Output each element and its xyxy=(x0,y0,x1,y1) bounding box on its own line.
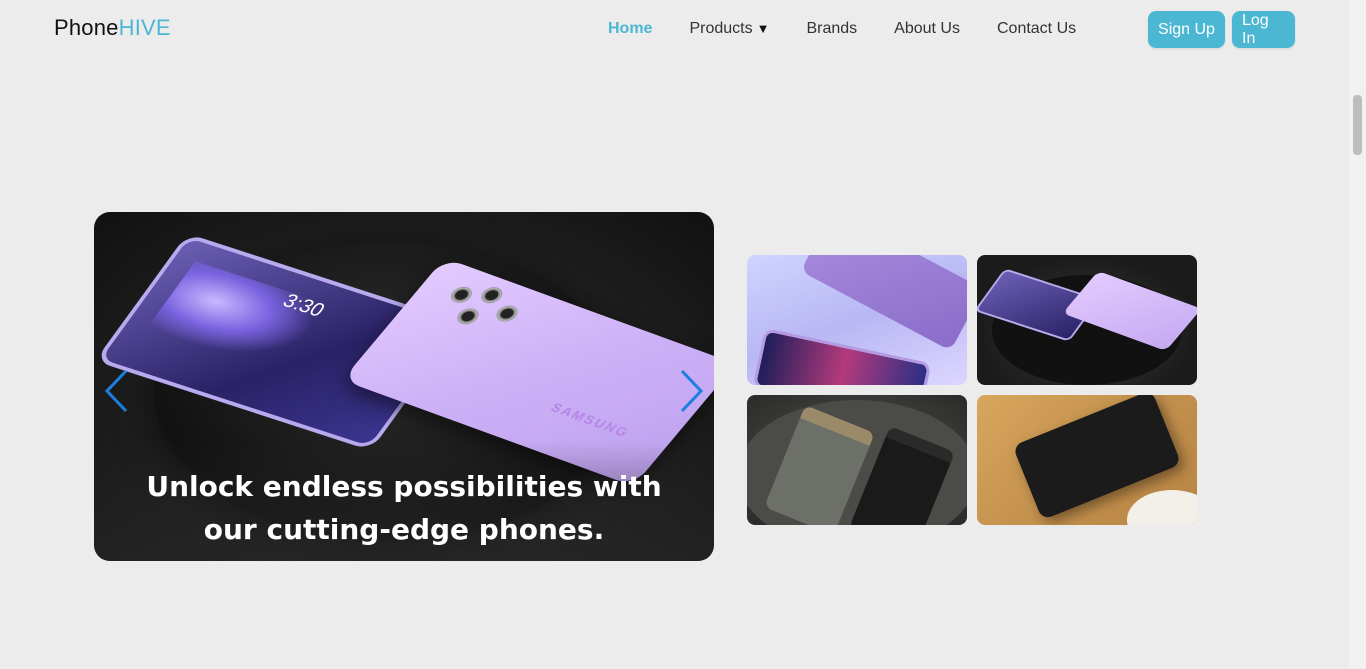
chevron-left-icon xyxy=(104,369,128,413)
scrollbar-track[interactable] xyxy=(1349,0,1366,669)
main-nav: Home Products ▼ Brands About Us Contact U… xyxy=(608,20,1113,38)
chevron-right-icon xyxy=(680,369,704,413)
thumb-phone-screen xyxy=(752,327,932,385)
nav-home[interactable]: Home xyxy=(608,20,652,38)
nav-contact[interactable]: Contact Us xyxy=(997,20,1076,38)
hero-carousel: 3:30 SAMSUNG Unlock endless possibilitie… xyxy=(94,212,714,561)
site-logo[interactable]: PhoneHIVE xyxy=(54,15,171,41)
gallery-thumb-2[interactable] xyxy=(977,255,1197,385)
log-in-button[interactable]: Log In xyxy=(1232,11,1295,48)
caret-down-icon: ▼ xyxy=(756,21,770,36)
gallery-thumb-4[interactable] xyxy=(977,395,1197,525)
hero-caption: Unlock endless possibilities with our cu… xyxy=(94,465,714,551)
carousel-prev-button[interactable] xyxy=(104,369,130,413)
site-header: PhoneHIVE Home Products ▼ Brands About Us… xyxy=(0,0,1349,60)
logo-text-phone: Phone xyxy=(54,15,119,40)
hero-caption-line-2: our cutting-edge phones. xyxy=(203,513,605,546)
camera-lens xyxy=(492,303,522,324)
camera-lens xyxy=(453,305,483,327)
nav-products[interactable]: Products ▼ xyxy=(689,20,769,38)
camera-lens xyxy=(477,284,507,306)
nav-about[interactable]: About Us xyxy=(894,20,960,38)
gallery-thumb-1[interactable] xyxy=(747,255,967,385)
nav-brands[interactable]: Brands xyxy=(806,20,857,38)
gallery-thumb-3[interactable] xyxy=(747,395,967,525)
hero-caption-line-1: Unlock endless possibilities with xyxy=(146,470,662,503)
carousel-next-button[interactable] xyxy=(678,369,704,413)
thumb-dish xyxy=(1127,490,1197,525)
camera-lens xyxy=(446,284,477,306)
nav-products-label: Products xyxy=(689,20,753,37)
phone-brand-text: SAMSUNG xyxy=(547,400,634,440)
scrollbar-thumb[interactable] xyxy=(1353,95,1362,155)
sign-up-button[interactable]: Sign Up xyxy=(1148,11,1225,48)
thumb-phone-purple xyxy=(800,255,967,351)
logo-text-hive: HIVE xyxy=(118,15,171,40)
